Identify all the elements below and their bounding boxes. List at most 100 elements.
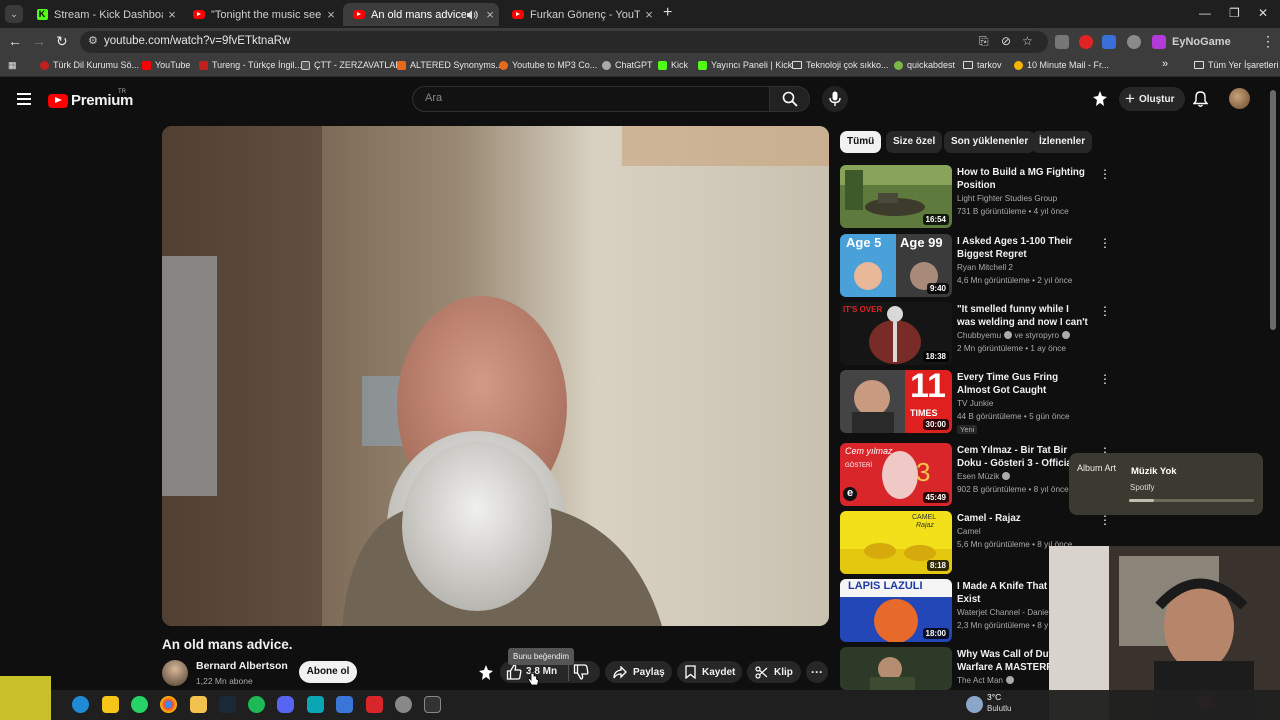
app-teal-icon[interactable] [307,696,324,713]
profile-name[interactable]: EyNoGame [1172,36,1231,48]
sparkle-ask-icon[interactable] [478,665,494,681]
more-options-icon[interactable]: ⋮ [1099,304,1111,318]
extension-blue-icon[interactable] [1102,35,1116,49]
share-button[interactable]: Paylaş [605,661,672,683]
tab-old-mans-advice[interactable]: An old mans advice. - YouT × [343,3,499,26]
recommendation-channel[interactable]: TV Junkie [957,399,993,408]
reload-icon[interactable]: ↻ [56,33,68,50]
spotify-icon[interactable] [248,696,265,713]
chip-all[interactable]: Tümü [840,131,882,153]
close-tab-icon[interactable]: × [481,7,499,22]
recommendation-item[interactable]: 11 TIMES 30:00 Every Time Gus Fring Almo… [840,370,1111,434]
bookmark-kick-panel[interactable]: Yayıncı Paneli | Kick [698,60,792,70]
bookmark-folder-teknoloji[interactable]: Teknoloji çok sıkko... [792,60,889,70]
video-thumbnail[interactable]: LAPIS LAZULI 18:00 [840,579,952,642]
weather-status[interactable]: Bulutlu [987,704,1011,713]
save-button[interactable]: Kaydet [677,661,742,683]
recommendation-title[interactable]: Every Time Gus Fring Almost Got Caught [957,371,1090,397]
edge-browser-icon[interactable] [72,696,89,713]
minimize-icon[interactable]: — [1199,6,1211,20]
video-thumbnail[interactable]: 16:54 [840,165,952,228]
acrobat-icon[interactable] [366,696,383,713]
tab-search-chevron-icon[interactable]: ⌄ [5,5,23,23]
obs-icon[interactable] [395,696,412,713]
bookmark-ctt[interactable]: ÇTT - ZERZAVATLAR [301,60,402,70]
chip-watched[interactable]: İzlenenler [1032,131,1093,153]
close-tab-icon[interactable]: × [640,7,658,22]
create-button[interactable]: + Oluştur [1119,87,1185,111]
recommendation-channel[interactable]: Waterjet Channel - Daniel [957,608,1050,617]
file-explorer-icon[interactable] [190,696,207,713]
dislike-button[interactable] [573,664,589,683]
tab-kick-dashboard[interactable]: K Stream - Kick Dashboard × [26,3,181,26]
apps-grid-icon[interactable]: ▦ [8,60,17,71]
url-text[interactable]: youtube.com/watch?v=9fvETktnaRw [104,35,290,47]
guide-menu-icon[interactable] [17,93,31,108]
bookmark-tdk[interactable]: Türk Dil Kurumu Sö... [40,60,139,70]
bookmark-chatgpt[interactable]: ChatGPT [602,60,653,70]
recommendation-item[interactable]: Age 5 Age 99 9:40 I Asked Ages 1-100 The… [840,234,1111,298]
site-info-icon[interactable]: ⚙ [88,34,98,47]
install-app-icon[interactable]: ⎘ [979,34,989,49]
sticky-notes-icon[interactable] [102,696,119,713]
bookmark-tureng[interactable]: Tureng - Türkçe İngil... [199,60,302,70]
close-tab-icon[interactable]: × [163,7,181,22]
recommendation-title[interactable]: Camel - Rajaz [957,512,1090,525]
extension-purple-icon[interactable] [1152,35,1166,49]
spotify-now-playing-widget[interactable]: Album Art Müzik Yok Spotify [1069,453,1263,515]
all-bookmarks-folder[interactable]: Tüm Yer İşaretleri [1194,60,1279,70]
account-avatar[interactable] [1229,88,1250,109]
channel-name[interactable]: Bernard Albertson [196,660,288,672]
more-options-icon[interactable]: ⋮ [1099,372,1111,386]
close-window-icon[interactable]: ✕ [1258,6,1268,20]
sparkle-icon[interactable] [1092,91,1108,107]
video-thumbnail[interactable]: 11 TIMES 30:00 [840,370,952,433]
video-thumbnail[interactable]: Age 5 Age 99 9:40 [840,234,952,297]
bookmark-kick[interactable]: Kick [658,60,688,70]
notifications-bell-icon[interactable] [1193,91,1208,108]
clip-button[interactable]: Klip [747,661,801,683]
terminal-icon[interactable] [424,696,441,713]
recommendation-title[interactable]: "It smelled funny while I was welding an… [957,303,1090,329]
more-options-icon[interactable]: ⋮ [1099,513,1111,527]
recommendation-item[interactable]: 16:54 How to Build a MG Fighting Positio… [840,165,1111,229]
like-button[interactable] [506,664,522,683]
weather-temperature[interactable]: 3°C [987,692,1001,702]
video-thumbnail[interactable]: IT'S OVER 18:38 [840,302,952,365]
new-tab-plus-icon[interactable]: + [663,4,672,22]
bookmark-10-minute-mail[interactable]: 10 Minute Mail - Fr... [1014,60,1109,70]
youtube-premium-logo[interactable]: Premium TR [48,89,133,109]
video-thumbnail[interactable]: Cem yılmaz GÖSTERİ 3 e 45:49 [840,443,952,506]
recommendation-title[interactable]: I Asked Ages 1-100 Their Biggest Regret [957,235,1090,261]
search-input[interactable] [423,91,757,105]
more-options-icon[interactable]: ⋮ [1099,236,1111,250]
whatsapp-icon[interactable] [131,696,148,713]
audio-playing-icon[interactable] [466,10,478,20]
more-bookmarks-chevron-icon[interactable]: » [1162,58,1168,70]
chip-recently-uploaded[interactable]: Son yüklenenler [944,131,1036,153]
steam-icon[interactable] [219,696,236,713]
recommendation-channel[interactable]: Ryan Mitchell 2 [957,263,1013,272]
search-button[interactable] [770,86,810,112]
page-scrollbar[interactable] [1270,90,1276,330]
channel-avatar[interactable] [162,660,188,686]
track-progress-bar[interactable] [1129,499,1254,502]
video-thumbnail[interactable] [840,647,952,690]
bookmark-quickabdest[interactable]: quickabdest [894,60,955,70]
restore-icon[interactable]: ❐ [1229,6,1240,20]
bookmark-star-icon[interactable]: ☆ [1022,34,1033,48]
bookmark-youtube[interactable]: YouTube [142,60,190,70]
back-arrow-icon[interactable]: ← [8,33,22,49]
forward-arrow-icon[interactable]: → [32,33,46,49]
recommendation-item[interactable]: Cem yılmaz GÖSTERİ 3 e 45:49 Cem Yılmaz … [840,443,1111,507]
video-thumbnail[interactable]: CAMEL Rajaz 8:18 [840,511,952,574]
recommendation-channel[interactable]: Light Fighter Studies Group [957,194,1057,203]
tab-tonight-music[interactable]: "Tonight the music seems so lo × [183,3,340,26]
close-tab-icon[interactable]: × [322,7,340,22]
eye-slash-icon[interactable]: ⊘ [1001,34,1011,48]
voice-search-button[interactable] [822,86,848,112]
app-blue-icon[interactable] [336,696,353,713]
recommendation-title[interactable]: How to Build a MG Fighting Position [957,166,1090,192]
more-actions-icon[interactable]: ··· [806,661,828,683]
video-player[interactable] [162,126,829,626]
